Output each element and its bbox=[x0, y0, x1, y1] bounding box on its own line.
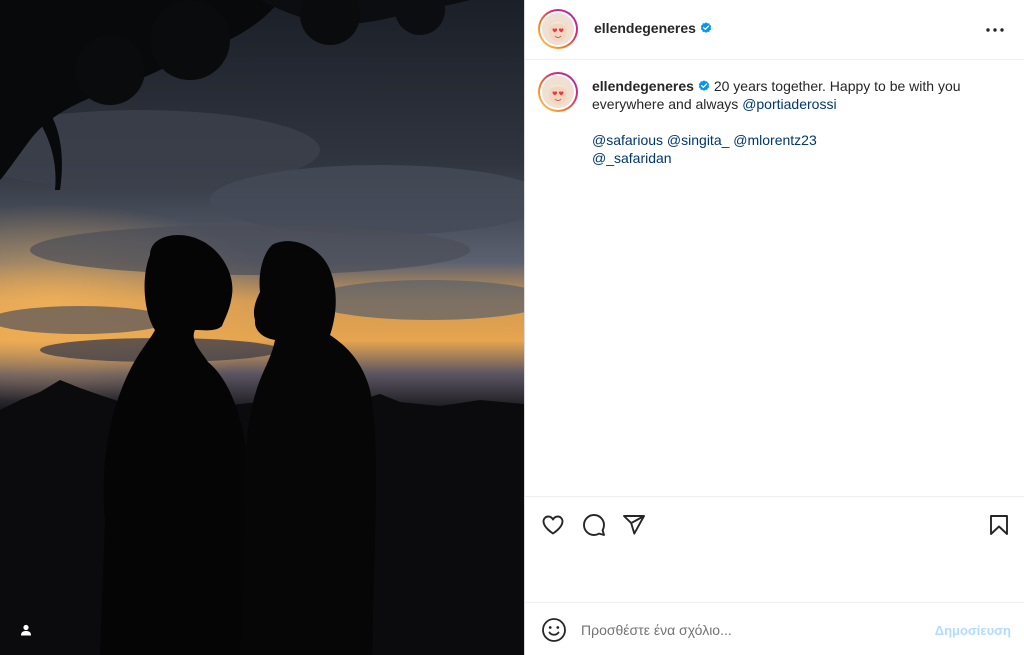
tag-link[interactable]: @_safaridan bbox=[592, 150, 672, 166]
heart-icon bbox=[542, 515, 564, 535]
post-photo[interactable] bbox=[0, 0, 524, 655]
post-actions bbox=[525, 496, 1024, 602]
post-header: ellendegeneres bbox=[525, 0, 1024, 60]
send-icon bbox=[623, 515, 645, 535]
avatar-face-icon bbox=[542, 13, 574, 45]
caption-username[interactable]: ellendegeneres bbox=[592, 78, 694, 94]
avatar-face-icon bbox=[542, 76, 574, 108]
author-username[interactable]: ellendegeneres bbox=[594, 20, 712, 36]
author-avatar[interactable] bbox=[538, 9, 578, 49]
bookmark-icon bbox=[990, 515, 1008, 535]
more-options-icon bbox=[986, 28, 1004, 32]
caption-text: ellendegeneres 20 years together. Happy … bbox=[592, 77, 992, 113]
comment-icon bbox=[583, 514, 605, 536]
post-details-panel: ellendegeneres ellendegeneres 20 years t… bbox=[524, 0, 1024, 655]
tag-link[interactable]: @singita_ bbox=[667, 132, 729, 148]
comment-input[interactable] bbox=[581, 619, 911, 641]
author-username-text[interactable]: ellendegeneres bbox=[594, 20, 696, 36]
user-icon bbox=[21, 624, 31, 636]
save-button[interactable] bbox=[985, 511, 1013, 539]
tagged-users-button[interactable] bbox=[16, 620, 36, 640]
verified-badge-icon bbox=[700, 22, 712, 33]
comment-composer: Δημοσίευση bbox=[525, 602, 1024, 655]
tag-link[interactable]: @mlorentz23 bbox=[733, 132, 816, 148]
verified-badge-icon bbox=[698, 80, 710, 91]
caption-tags: @safarious @singita_ @mlorentz23 @_safar… bbox=[592, 131, 952, 167]
like-button[interactable] bbox=[539, 511, 567, 539]
sunset-silhouette-image bbox=[0, 0, 524, 655]
emoji-button[interactable] bbox=[541, 617, 567, 643]
caption-author-avatar[interactable] bbox=[538, 72, 578, 112]
post-comment-button[interactable]: Δημοσίευση bbox=[935, 623, 1011, 638]
more-options-button[interactable] bbox=[983, 18, 1007, 42]
comment-button[interactable] bbox=[580, 511, 608, 539]
emoji-icon bbox=[542, 618, 566, 642]
post-caption: ellendegeneres 20 years together. Happy … bbox=[525, 60, 1024, 496]
share-button[interactable] bbox=[620, 511, 648, 539]
tag-link[interactable]: @safarious bbox=[592, 132, 663, 148]
caption-mention[interactable]: @portiaderossi bbox=[742, 96, 836, 112]
